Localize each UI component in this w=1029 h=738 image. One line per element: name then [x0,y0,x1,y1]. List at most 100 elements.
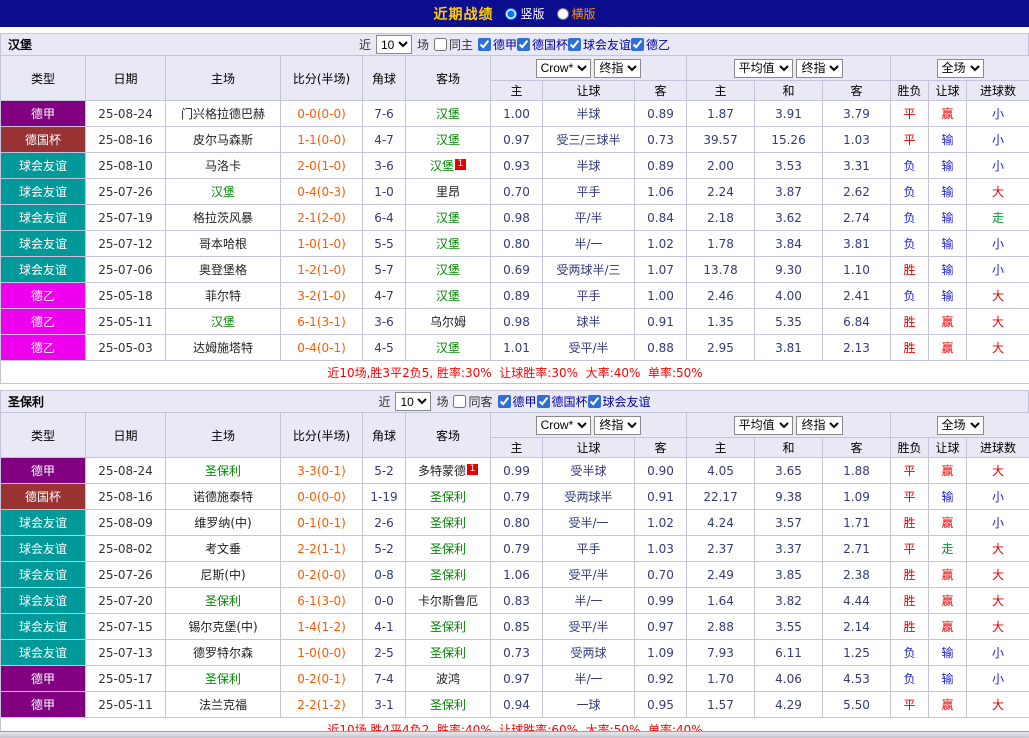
home-team[interactable]: 汉堡 [165,178,281,205]
league-filter[interactable]: 球会友谊 [568,36,631,53]
odds-company-select[interactable]: Crow* [535,415,591,435]
odds-company-select[interactable]: Crow* [535,58,591,78]
away-team[interactable]: 汉堡 [405,126,491,153]
same-venue-filter[interactable]: 同主 [433,36,473,53]
home-team-name[interactable]: 圣保利 [205,672,241,686]
away-team[interactable]: 多特蒙德 1 [405,457,491,484]
away-team-name[interactable]: 圣保利 [430,646,466,660]
match-score[interactable]: 1-1(0-0) [280,126,363,153]
horizontal-radio[interactable] [556,7,569,20]
home-team-name[interactable]: 达姆施塔特 [193,341,253,355]
match-score[interactable]: 1-4(1-2) [280,613,363,640]
home-team-name[interactable]: 汉堡 [211,185,235,199]
home-team-name[interactable]: 哥本哈根 [199,237,247,251]
home-team[interactable]: 法兰克福 [165,691,281,718]
home-team-name[interactable]: 锡尔克堡(中) [188,620,257,634]
home-team-name[interactable]: 尼斯(中) [200,568,245,582]
avg-select[interactable]: 平均值 [733,58,793,78]
match-score[interactable]: 0-4(0-1) [280,334,363,361]
match-score[interactable]: 1-2(1-0) [280,256,363,283]
home-team[interactable]: 维罗纳(中) [165,509,281,536]
match-score[interactable]: 0-4(0-3) [280,178,363,205]
horizontal-scrollbar[interactable] [0,731,1029,738]
home-team-name[interactable]: 皮尔马森斯 [193,133,253,147]
match-score[interactable]: 0-0(0-0) [280,100,363,127]
match-score[interactable]: 6-1(3-0) [280,587,363,614]
match-count-select[interactable]: 10 [395,392,432,411]
league-filter[interactable]: 德国杯 [536,393,588,410]
match-score[interactable]: 0-2(0-1) [280,665,363,692]
layout-option-vertical[interactable]: 竖版 [505,5,545,22]
home-team-name[interactable]: 马洛卡 [205,159,241,173]
home-team[interactable]: 门兴格拉德巴赫 [165,100,281,127]
scope-select[interactable]: 全场 [936,58,984,78]
away-team-name[interactable]: 多特蒙德 [418,464,466,478]
home-team[interactable]: 圣保利 [165,457,281,484]
away-team-name[interactable]: 圣保利 [430,490,466,504]
away-team[interactable]: 圣保利 [405,691,491,718]
away-team[interactable]: 汉堡 [405,256,491,283]
same-venue-checkbox[interactable] [433,38,447,51]
away-team-name[interactable]: 汉堡 [436,341,460,355]
home-team-name[interactable]: 诺德施泰特 [193,490,253,504]
league-filter[interactable]: 德甲 [497,393,537,410]
match-score[interactable]: 2-2(1-2) [280,691,363,718]
same-venue-filter[interactable]: 同客 [453,393,493,410]
avg-stage-select[interactable]: 终指 [796,58,844,78]
match-count-select[interactable]: 10 [375,35,412,54]
same-venue-checkbox[interactable] [453,395,467,408]
home-team[interactable]: 哥本哈根 [165,230,281,257]
match-score[interactable]: 1-0(1-0) [280,230,363,257]
league-checkbox[interactable] [587,394,601,408]
home-team[interactable]: 菲尔特 [165,282,281,309]
away-team[interactable]: 乌尔姆 [405,308,491,335]
away-team-name[interactable]: 乌尔姆 [430,315,466,329]
home-team[interactable]: 诺德施泰特 [165,483,281,510]
away-team[interactable]: 圣保利 [405,483,491,510]
scope-select[interactable]: 全场 [936,415,984,435]
match-score[interactable]: 6-1(3-1) [280,308,363,335]
league-filter[interactable]: 球会友谊 [587,393,651,410]
away-team[interactable]: 汉堡 [405,334,491,361]
avg-select[interactable]: 平均值 [733,415,793,435]
away-team[interactable]: 波鸿 [405,665,491,692]
league-checkbox[interactable] [536,394,550,408]
home-team-name[interactable]: 法兰克福 [199,698,247,712]
league-filter[interactable]: 德乙 [631,36,670,53]
away-team-name[interactable]: 圣保利 [430,568,466,582]
away-team[interactable]: 圣保利 [405,639,491,666]
odds-stage-select[interactable]: 终指 [594,58,642,78]
avg-stage-select[interactable]: 终指 [796,415,844,435]
vertical-radio[interactable] [505,7,518,20]
away-team-name[interactable]: 卡尔斯鲁厄 [418,594,478,608]
away-team[interactable]: 汉堡 [405,282,491,309]
home-team-name[interactable]: 格拉茨风暴 [193,211,253,225]
home-team-name[interactable]: 维罗纳(中) [194,516,251,530]
league-filter[interactable]: 德甲 [477,36,517,53]
away-team-name[interactable]: 汉堡 [436,211,460,225]
home-team-name[interactable]: 德罗特尔森 [193,646,253,660]
away-team[interactable]: 汉堡 1 [405,152,491,179]
match-score[interactable]: 0-1(0-1) [280,509,363,536]
away-team[interactable]: 圣保利 [405,613,491,640]
odds-stage-select[interactable]: 终指 [594,415,642,435]
league-checkbox[interactable] [631,37,645,51]
home-team[interactable]: 圣保利 [165,665,281,692]
league-checkbox[interactable] [568,37,582,51]
home-team[interactable]: 锡尔克堡(中) [165,613,281,640]
home-team[interactable]: 尼斯(中) [165,561,281,588]
league-checkbox[interactable] [497,394,511,408]
away-team-name[interactable]: 汉堡 [436,237,460,251]
home-team-name[interactable]: 圣保利 [205,594,241,608]
match-score[interactable]: 1-0(0-0) [280,639,363,666]
home-team-name[interactable]: 圣保利 [205,464,241,478]
home-team[interactable]: 奥登堡格 [165,256,281,283]
layout-option-horizontal[interactable]: 横版 [556,5,596,22]
away-team-name[interactable]: 汉堡 [436,289,460,303]
league-checkbox[interactable] [517,37,530,51]
home-team[interactable]: 格拉茨风暴 [165,204,281,231]
away-team[interactable]: 圣保利 [405,509,491,536]
match-score[interactable]: 0-2(0-0) [280,561,363,588]
home-team[interactable]: 皮尔马森斯 [165,126,281,153]
away-team-name[interactable]: 汉堡 [436,263,460,277]
